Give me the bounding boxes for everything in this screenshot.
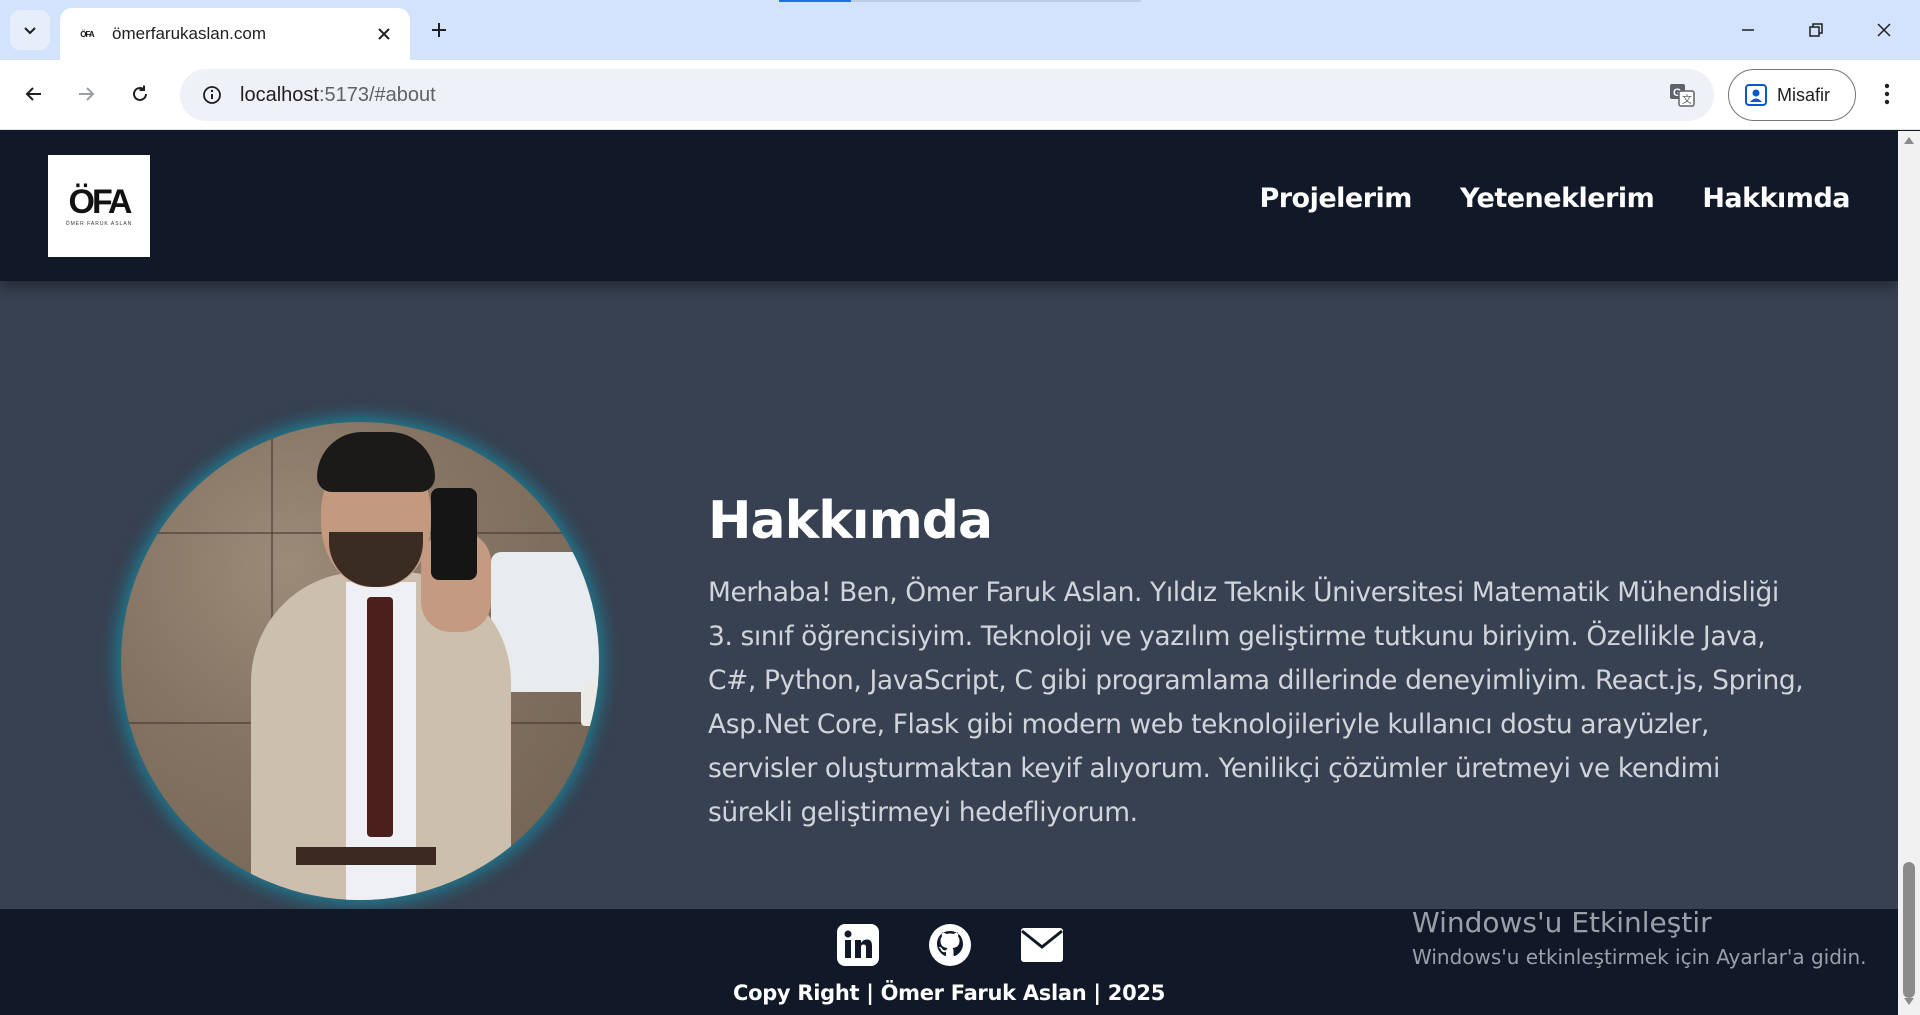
site-header: ÖFA ÖMER FARUK ASLAN Projelerim Yetenekl… xyxy=(0,131,1898,281)
svg-text:文: 文 xyxy=(1682,93,1692,106)
browser-menu-button[interactable] xyxy=(1870,74,1904,114)
person-belt xyxy=(296,847,436,865)
about-section: Hakkımda Merhaba! Ben, Ömer Faruk Aslan.… xyxy=(0,281,1898,911)
arrow-right-icon xyxy=(79,87,95,101)
scroll-down-button[interactable] xyxy=(1898,997,1920,1011)
browser-toolbar: localhost:5173/#about G文 Misafir xyxy=(0,60,1920,130)
person-tie xyxy=(367,597,393,837)
triangle-up-icon xyxy=(1904,137,1914,144)
url-text: localhost:5173/#about xyxy=(240,84,436,107)
info-icon xyxy=(203,86,221,104)
address-bar[interactable]: localhost:5173/#about G文 xyxy=(180,69,1714,121)
browser-tabstrip: ÖFA ömerfarukaslan.com xyxy=(0,0,1920,60)
browser-tab[interactable]: ÖFA ömerfarukaslan.com xyxy=(60,8,410,60)
forward-button[interactable] xyxy=(66,74,106,114)
site-logo[interactable]: ÖFA ÖMER FARUK ASLAN xyxy=(48,155,150,257)
restore-window-button[interactable] xyxy=(1792,10,1840,50)
close-window-button[interactable] xyxy=(1860,10,1908,50)
close-icon xyxy=(1877,23,1891,37)
logo-mark: ÖFA xyxy=(68,183,133,221)
windows-activation-watermark: Windows'u Etkinleştir Windows'u etkinleş… xyxy=(1412,906,1867,969)
scroll-up-button[interactable] xyxy=(1898,135,1920,149)
nav-link-skills[interactable]: Yeteneklerim xyxy=(1460,183,1655,214)
github-link[interactable] xyxy=(928,923,972,967)
reload-icon xyxy=(133,85,147,101)
tab-loading-indicator xyxy=(779,0,851,2)
watermark-title: Windows'u Etkinleştir xyxy=(1412,906,1712,939)
main-nav: Projelerim Yeteneklerim Hakkımda xyxy=(1259,183,1850,214)
profile-photo xyxy=(121,422,599,900)
plus-icon xyxy=(432,23,446,37)
url-host: localhost xyxy=(240,83,319,106)
person-icon xyxy=(1745,84,1767,106)
wall-socket xyxy=(581,682,599,726)
more-vertical-icon xyxy=(1884,83,1890,105)
back-button[interactable] xyxy=(14,74,54,114)
reload-button[interactable] xyxy=(120,74,160,114)
linkedin-icon xyxy=(837,924,879,966)
smartphone xyxy=(431,488,477,580)
new-tab-button[interactable] xyxy=(423,14,455,46)
logo-subtext: ÖMER FARUK ASLAN xyxy=(65,221,133,227)
triangle-down-icon xyxy=(1904,998,1914,1005)
profile-button[interactable]: Misafir xyxy=(1728,69,1856,121)
watermark-subtitle: Windows'u etkinleştirmek için Ayarlar'a … xyxy=(1412,945,1867,969)
site-favicon-icon: ÖFA xyxy=(80,29,94,39)
chevron-down-icon xyxy=(24,27,36,35)
about-title: Hakkımda xyxy=(708,491,993,551)
minimize-window-button[interactable] xyxy=(1724,10,1772,50)
tab-close-button[interactable] xyxy=(372,22,396,46)
page-viewport: ÖFA ÖMER FARUK ASLAN Projelerim Yetenekl… xyxy=(0,131,1898,1015)
mail-icon xyxy=(1021,928,1063,962)
about-body: Merhaba! Ben, Ömer Faruk Aslan. Yıldız T… xyxy=(708,577,1804,828)
site-info-button[interactable] xyxy=(196,79,228,111)
arrow-left-icon xyxy=(25,87,41,101)
tab-loading-track xyxy=(851,0,1141,2)
email-link[interactable] xyxy=(1020,923,1064,967)
minimize-icon xyxy=(1742,29,1754,31)
linkedin-link[interactable] xyxy=(836,923,880,967)
restore-icon xyxy=(1809,23,1823,37)
translate-icon: G文 xyxy=(1670,84,1695,107)
tab-title: ömerfarukaslan.com xyxy=(112,24,267,43)
github-icon xyxy=(929,924,971,966)
translate-button[interactable]: G文 xyxy=(1668,81,1696,109)
nav-link-projects[interactable]: Projelerim xyxy=(1259,183,1412,214)
url-path: :5173/#about xyxy=(318,83,436,106)
copyright-text: Copy Right | Ömer Faruk Aslan | 2025 xyxy=(732,981,1166,1005)
about-text-block: Hakkımda Merhaba! Ben, Ömer Faruk Aslan.… xyxy=(708,491,1808,835)
profile-label: Misafir xyxy=(1777,84,1830,105)
tab-search-button[interactable] xyxy=(10,10,50,50)
nav-link-about[interactable]: Hakkımda xyxy=(1702,183,1850,214)
page-scrollbar[interactable] xyxy=(1898,131,1920,1015)
person-hair xyxy=(317,432,435,492)
close-icon xyxy=(378,28,390,40)
social-links xyxy=(836,923,1064,967)
scroll-thumb[interactable] xyxy=(1903,862,1915,998)
